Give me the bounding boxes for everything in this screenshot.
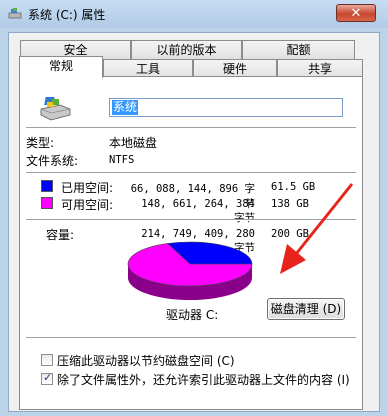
tab-label: 工具 (135, 62, 160, 76)
tab-label: 安全 (63, 43, 88, 57)
filesystem-value: NTFS (109, 154, 135, 166)
volume-name-input[interactable]: 系统 (109, 98, 343, 117)
tab-general[interactable]: 常规 (19, 56, 103, 78)
capacity-label: 容量: (46, 228, 75, 242)
drive-icon (40, 97, 71, 121)
divider (26, 337, 356, 339)
index-checkbox[interactable]: ✓ (41, 371, 53, 385)
free-space-label: 可用空间: (61, 198, 114, 212)
compress-label: 压缩此驱动器以节约磁盘空间 (C) (57, 354, 235, 368)
divider (26, 127, 356, 129)
volume-name-text: 系统 (112, 100, 139, 115)
disk-usage-pie-chart (127, 241, 253, 300)
filesystem-label: 文件系统: (26, 154, 79, 168)
checkmark-icon: ✓ (43, 371, 53, 384)
disk-cleanup-button[interactable]: 磁盘清理 (D) (267, 298, 345, 320)
tab-label: 硬件 (222, 62, 247, 76)
close-icon: ✕ (350, 6, 362, 21)
index-label: 除了文件属性外，还允许索引此驱动器上文件的内容 (I) (57, 373, 350, 387)
tab-previous-versions[interactable]: 以前的版本 (131, 40, 242, 59)
close-button[interactable]: ✕ (336, 4, 376, 22)
tab-quota[interactable]: 配额 (242, 40, 355, 59)
compress-checkbox[interactable] (41, 354, 53, 366)
used-space-label: 已用空间: (61, 181, 114, 195)
annotation-arrow-icon (280, 183, 354, 274)
divider (26, 172, 356, 174)
tab-label: 常规 (48, 59, 73, 73)
window-title: 系统 (C:) 属性 (28, 8, 106, 22)
type-value: 本地磁盘 (109, 136, 158, 150)
tab-label: 配额 (286, 43, 311, 57)
type-label: 类型: (26, 136, 55, 150)
tab-label: 共享 (307, 62, 332, 76)
tab-label: 以前的版本 (156, 43, 217, 57)
title-bar[interactable]: 系统 (C:) 属性 ✕ (0, 0, 388, 28)
free-space-swatch (41, 197, 53, 209)
properties-window: 系统 (C:) 属性 ✕ 安全 以前的版本 配额 常规 工具 硬件 共享 系统 … (0, 0, 388, 416)
used-space-swatch (41, 180, 53, 192)
drive-icon (8, 8, 22, 19)
drive-letter-label: 驱动器 C: (166, 308, 219, 322)
disk-cleanup-label: 磁盘清理 (D) (270, 302, 342, 316)
